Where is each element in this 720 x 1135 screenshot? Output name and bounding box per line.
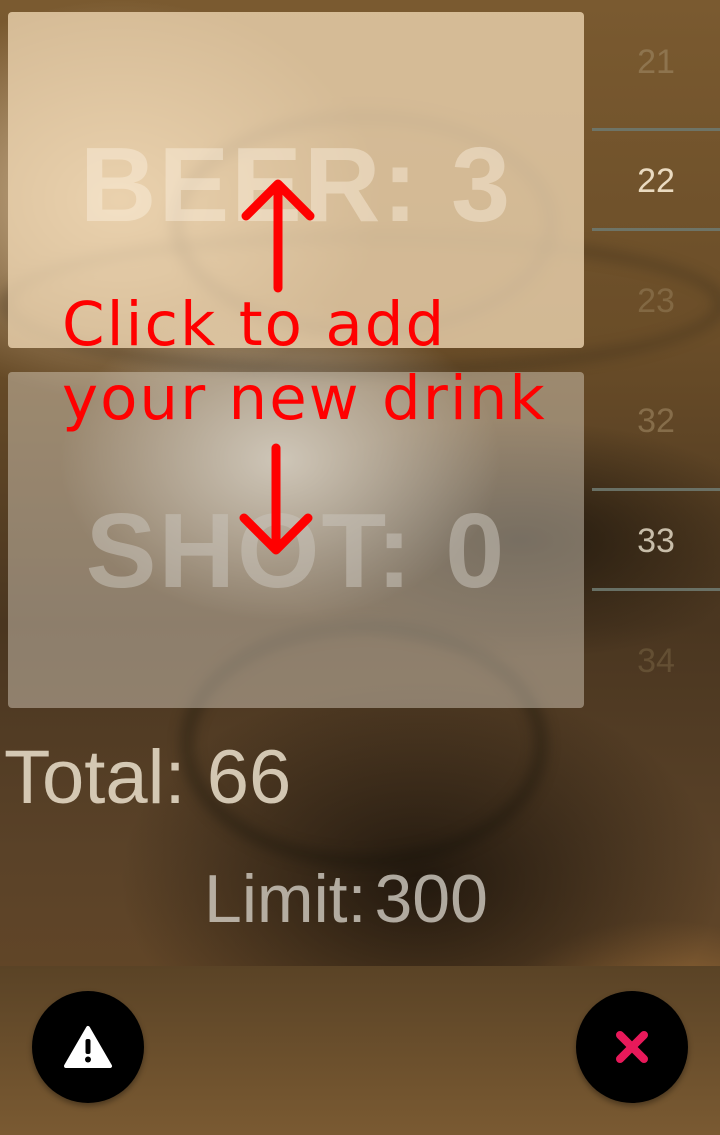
close-button[interactable] [576, 991, 688, 1103]
picker-divider [592, 588, 720, 591]
shot-card[interactable]: SHOT: 0 [8, 372, 584, 708]
total-label: Total: 66 [4, 735, 292, 820]
picker-item-selected[interactable]: 33 [592, 481, 720, 601]
picker-item[interactable]: 21 [592, 2, 720, 122]
limit-row: Limit: 300 [204, 860, 488, 938]
limit-value[interactable]: 300 [374, 861, 487, 937]
picker-item[interactable]: 34 [592, 601, 720, 721]
limit-label: Limit: [204, 861, 367, 937]
app-screen: BEER: 3 SHOT: 0 21 22 23 32 33 34 Click … [0, 0, 720, 1135]
shot-count-label: SHOT: 0 [85, 491, 507, 610]
warning-button[interactable] [32, 991, 144, 1103]
beer-card[interactable]: BEER: 3 [8, 12, 584, 348]
picker-item[interactable]: 23 [592, 241, 720, 361]
picker-item[interactable]: 32 [592, 361, 720, 481]
picker-item-selected[interactable]: 22 [592, 121, 720, 241]
close-icon [616, 1031, 648, 1063]
number-picker[interactable]: 21 22 23 32 33 34 [592, 0, 720, 720]
picker-divider [592, 228, 720, 231]
warning-icon [64, 1026, 112, 1068]
beer-count-label: BEER: 3 [79, 125, 513, 244]
